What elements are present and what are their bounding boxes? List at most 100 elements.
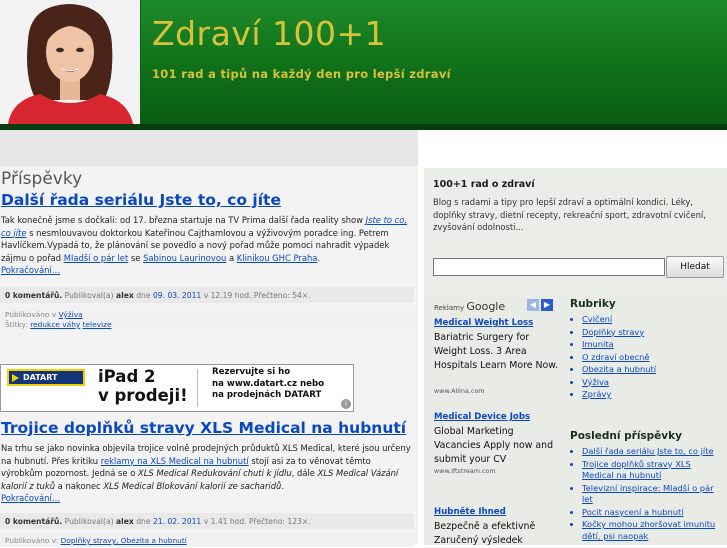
post-title[interactable]: Další řada seriálu Jste to, co jíte <box>1 191 281 209</box>
ads-label: Reklamy <box>434 304 465 312</box>
recent-post-item-label[interactable]: Kočky mohou zhoršovat imunitu dětí, psi … <box>582 519 715 541</box>
category-item[interactable]: Zprávy <box>582 389 722 401</box>
recent-posts-list: Další řada seriálu Jste to, co jíte Troji… <box>570 446 722 542</box>
category-item-label[interactable]: Cvičení <box>582 314 612 324</box>
comments-count[interactable]: 0 komentářů. <box>5 291 62 300</box>
day-label: dne <box>136 291 151 300</box>
ad-text[interactable]: Bariatric Surgery for Weight Loss. 3 Are… <box>434 331 560 373</box>
post-meta: 0 komentářů. Publikoval(a) alex dne 21. … <box>0 513 414 529</box>
recent-post-item[interactable]: Další řada seriálu Jste to, co jíte <box>582 446 722 458</box>
categories-list: Cvičení Doplňky stravy Imunita O zdraví obe… <box>570 314 722 401</box>
body-text: a <box>226 252 237 263</box>
category-item-label[interactable]: Doplňky stravy <box>582 327 644 337</box>
post-excerpt: Tak konečně jsme s dočkali: od 17. březn… <box>1 214 415 277</box>
category-item-label[interactable]: Výživa <box>582 377 609 387</box>
recent-post-item-label[interactable]: Pocit nasycení a hubnutí <box>582 507 684 517</box>
category-item-label[interactable]: Obezita a hubnutí <box>582 364 656 374</box>
google-ads-block: Reklamy Google ◀ ▶ Medical Weight Loss B… <box>434 298 562 548</box>
recent-post-item[interactable]: Pocit nasycení a hubnutí <box>582 507 722 519</box>
category-item[interactable]: Obezita a hubnutí <box>582 364 722 376</box>
site-title[interactable]: Zdraví 100+1 <box>152 14 386 53</box>
tag-link[interactable]: televize <box>83 320 112 329</box>
site-tagline: 101 rad a tipů na každý den pro lepší zd… <box>152 67 451 81</box>
banner-divider <box>197 369 198 407</box>
recent-posts-widget: Poslední příspěvky Další řada seriálu Js… <box>570 430 722 543</box>
day-label: dne <box>136 517 151 526</box>
body-text: . <box>281 480 285 491</box>
ad-info-icon[interactable]: i <box>341 399 351 409</box>
site-header: Zdraví 100+1 101 rad a tipů na každý den… <box>0 0 727 130</box>
body-text: . <box>317 252 321 263</box>
datart-ad-banner[interactable]: DATART iPad 2 v prodeji! Rezervujte si h… <box>0 364 354 412</box>
author-photo <box>0 0 141 124</box>
post-author: alex <box>116 517 134 526</box>
inline-link[interactable]: Mladší o pár let <box>64 253 128 263</box>
post-title[interactable]: Trojice doplňků stravy XLS Medical na hu… <box>1 419 406 437</box>
published-in-label: Publikováno v <box>5 310 57 319</box>
ad-text[interactable]: Bezpečně a efektivně Zaručený výsledek <box>434 520 560 548</box>
recent-post-item-label[interactable]: Televizní inspirace: Mladší o pár let <box>582 483 714 505</box>
recent-post-item[interactable]: Televizní inspirace: Mladší o pár let <box>582 483 722 506</box>
post-meta: 0 komentářů. Publikoval(a) alex dne 09. … <box>0 287 414 303</box>
recent-posts-title: Poslední příspěvky <box>570 430 682 442</box>
tag-link[interactable]: redukce váhy <box>30 320 80 329</box>
datart-logo-text: DATART <box>23 373 58 382</box>
posts-heading: Příspěvky <box>1 169 83 189</box>
body-text: XLS Medical Blokování kalorií ze sachari… <box>103 480 282 491</box>
banner-text: Rezervujte si ho na www.datart.cz nebo n… <box>212 367 324 400</box>
search-button[interactable]: Hledat <box>666 256 724 278</box>
categories-widget: Rubriky Cvičení Doplňky stravy Imunita O zd… <box>570 298 722 402</box>
category-item[interactable]: Doplňky stravy <box>582 327 722 339</box>
ad-title[interactable]: Medical Device Jobs <box>434 412 530 422</box>
body-text: XLS Medical Redukování chuti k jídlu <box>138 468 292 478</box>
body-text: Tak konečně jsme s dočkali: od 17. březn… <box>1 215 366 225</box>
ads-prev-icon[interactable]: ◀ <box>527 299 539 311</box>
recent-post-item[interactable]: Kočky mohou zhoršovat imunitu dětí, psi … <box>582 519 722 542</box>
category-links[interactable]: Doplňky stravy, Obezita a hubnutí <box>61 536 187 545</box>
ad-title[interactable]: Medical Weight Loss <box>434 318 533 328</box>
ad-url[interactable]: www.Allina.com <box>434 387 484 395</box>
sidebar-about-text: Blog s radami a tipy pro lepší zdraví a … <box>433 197 706 232</box>
datart-logo-mark <box>12 374 19 382</box>
google-logo: Google <box>466 300 506 313</box>
published-in-label: Publikováno v: <box>5 536 59 545</box>
post-excerpt: Na trhu se jako novinka objevila trojice… <box>1 442 415 505</box>
category-item[interactable]: Výživa <box>582 377 722 389</box>
ads-header: Reklamy Google <box>434 300 505 313</box>
category-item[interactable]: Imunita <box>582 339 722 351</box>
inline-link[interactable]: Sabinou Laurinovou <box>143 253 226 263</box>
body-text: se <box>128 252 144 263</box>
post-taxonomy: Publikováno v Výživa Štítky: redukce váh… <box>0 307 414 333</box>
main-content: Příspěvky Další řada seriálu Jste to, co… <box>0 130 418 547</box>
content-top-strip <box>0 130 418 166</box>
recent-post-item-label[interactable]: Další řada seriálu Jste to, co jíte <box>582 446 714 456</box>
post-author: alex <box>116 291 134 300</box>
inline-link[interactable]: reklamy na XLS Medical na hubnutí <box>101 456 249 466</box>
ad-url[interactable]: www.iftstream.com <box>434 467 496 475</box>
categories-title: Rubriky <box>570 298 616 310</box>
read-more-link[interactable]: Pokračování… <box>1 493 60 503</box>
ad-text[interactable]: Global Marketing Vacancies Apply now and… <box>434 425 560 467</box>
ads-next-icon[interactable]: ▶ <box>541 299 553 311</box>
search-input[interactable] <box>433 258 665 276</box>
ad-title[interactable]: Hubněte Ihned <box>434 507 506 517</box>
post-reads: Přečteno: 123×. <box>249 517 311 526</box>
comments-count[interactable]: 0 komentářů. <box>5 517 62 526</box>
category-item-label[interactable]: Zprávy <box>582 389 611 399</box>
category-item-label[interactable]: Imunita <box>582 339 614 349</box>
category-link[interactable]: Výživa <box>59 310 83 319</box>
banner-headline: iPad 2 v prodeji! <box>98 367 188 405</box>
sidebar-about-title: 100+1 rad o zdraví <box>433 179 535 190</box>
published-by-label: Publikoval(a) <box>64 517 114 526</box>
read-more-link[interactable]: Pokračování… <box>1 265 60 275</box>
post-reads: Přečteno: 54×. <box>253 291 311 300</box>
category-item-label[interactable]: O zdraví obecně <box>582 352 650 362</box>
recent-post-item[interactable]: Trojice doplňků stravy XLS Medical na hu… <box>582 459 722 482</box>
body-text: a nakonec <box>55 480 104 491</box>
category-item[interactable]: O zdraví obecně <box>582 352 722 364</box>
recent-post-item-label[interactable]: Trojice doplňků stravy XLS Medical na hu… <box>582 459 691 481</box>
inline-link[interactable]: Klinikou GHC Praha <box>237 253 318 263</box>
sidebar: 100+1 rad o zdraví Blog s radami a tipy … <box>424 168 727 548</box>
body-text: , dále <box>291 468 318 478</box>
category-item[interactable]: Cvičení <box>582 314 722 326</box>
